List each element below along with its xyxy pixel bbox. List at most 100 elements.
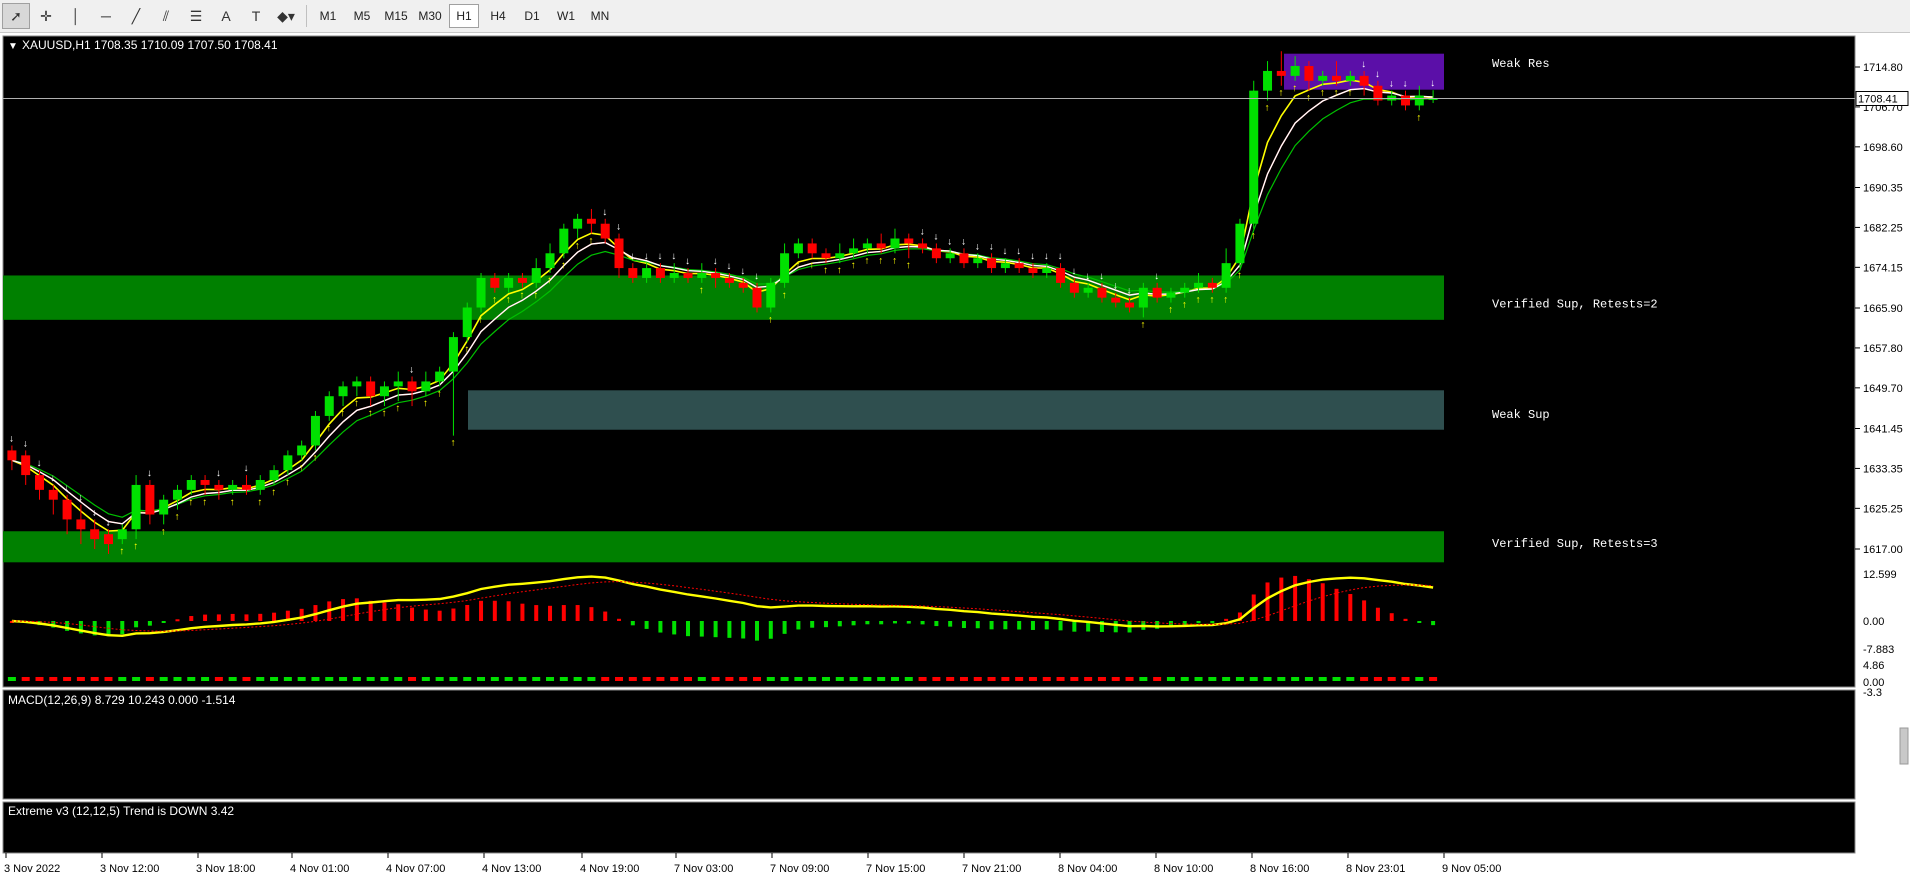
macd-histogram-bar — [1431, 621, 1436, 626]
sell-arrow-icon: ↓ — [105, 517, 110, 528]
timeframe-m15[interactable]: M15 — [381, 4, 411, 28]
buy-arrow-icon: ↑ — [823, 265, 828, 276]
macd-histogram-bar — [396, 604, 401, 621]
sell-arrow-icon: ↓ — [933, 231, 938, 242]
extreme-trend-dash — [1097, 677, 1106, 681]
candle-body — [573, 218, 583, 229]
macd-histogram-bar — [299, 608, 304, 621]
toolbar-divider — [306, 5, 307, 27]
extreme-trend-dash — [1180, 677, 1189, 681]
macd-histogram-bar — [258, 613, 263, 621]
extreme-axis-label: -3.3 — [1863, 687, 1882, 699]
macd-histogram-bar — [1417, 621, 1422, 623]
candle-body — [103, 534, 113, 545]
macd-histogram-bar — [1182, 621, 1187, 626]
extreme-trend-dash — [173, 677, 182, 681]
crosshair-icon[interactable]: ✛ — [32, 3, 60, 29]
timeframe-m30[interactable]: M30 — [415, 4, 445, 28]
extreme-trend-dash — [1360, 677, 1369, 681]
cursor-arrow-icon[interactable]: ➚ — [2, 3, 30, 29]
price-pane[interactable] — [2, 35, 1856, 688]
fibonacci-retracement-icon[interactable]: ☰ — [182, 3, 210, 29]
candle-body — [945, 253, 955, 259]
candle-body — [807, 243, 817, 254]
macd-histogram-bar — [1030, 621, 1035, 630]
macd-pane[interactable] — [2, 689, 1856, 800]
candle-body — [476, 277, 486, 308]
macd-histogram-bar — [189, 616, 194, 621]
buy-arrow-icon: ↑ — [1334, 88, 1339, 99]
candle-body — [973, 258, 983, 264]
extreme-trend-dash — [1070, 677, 1079, 681]
candle-body — [448, 337, 458, 372]
extreme-pane[interactable] — [2, 801, 1856, 854]
timeframe-m5[interactable]: M5 — [347, 4, 377, 28]
current-price-label: 1708.41 — [1858, 93, 1898, 105]
trendline-icon[interactable]: ╱ — [122, 3, 150, 29]
macd-histogram-bar — [230, 613, 235, 621]
candle-body — [421, 381, 431, 392]
timeframe-d1[interactable]: D1 — [517, 4, 547, 28]
text-label-icon[interactable]: T — [242, 3, 270, 29]
chart-window[interactable]: ↓ ↓ ↓ ↓ ↓ ↓ ↓ ↓ ↑ ↑ ↓ ↑ ↑ ↑ ↑ ↓ ↑ ↓ ↑ ↑ ↑ ↑ ↑ ↑ ↑ ↑ ↑ ↑ ↑ ↓ ↑ ↑ ↑ ↑ ↑ ↑ ↑ ↑ ↑ ↑… — [0, 33, 1910, 877]
sell-arrow-icon: ↓ — [644, 251, 649, 262]
price-axis-label: 1665.90 — [1863, 303, 1903, 315]
buy-arrow-icon: ↑ — [188, 497, 193, 508]
extreme-trend-dash — [477, 677, 486, 681]
timeframe-m1[interactable]: M1 — [313, 4, 343, 28]
buy-arrow-icon: ↑ — [174, 512, 179, 523]
buy-arrow-icon: ↑ — [230, 497, 235, 508]
shapes-dropdown-icon[interactable]: ◆▾ — [272, 3, 300, 29]
buy-arrow-icon: ↑ — [1251, 231, 1256, 242]
timeframe-w1[interactable]: W1 — [551, 4, 581, 28]
candle-body — [366, 381, 376, 397]
candle-body — [338, 386, 348, 397]
extreme-trend-dash — [145, 677, 154, 681]
buy-arrow-icon: ↑ — [257, 497, 262, 508]
zone-label: Weak Sup — [1492, 408, 1550, 422]
extreme-trend-dash — [835, 677, 844, 681]
buy-arrow-icon: ↑ — [437, 388, 442, 399]
macd-histogram-bar — [1320, 583, 1325, 621]
candle-body — [1359, 75, 1369, 86]
buy-arrow-icon: ↑ — [506, 295, 511, 306]
buy-arrow-icon: ↑ — [271, 487, 276, 498]
indicator-scrollbar[interactable] — [1899, 727, 1909, 765]
macd-histogram-bar — [920, 621, 925, 625]
extreme-trend-dash — [670, 677, 679, 681]
buy-arrow-icon: ↑ — [1168, 305, 1173, 316]
candle-body — [62, 499, 72, 520]
collapse-icon[interactable]: ▼ — [8, 41, 18, 52]
extreme-trend-dash — [821, 677, 830, 681]
candle-body — [1125, 302, 1135, 308]
equidistant-channel-icon[interactable]: ⫽ — [152, 3, 180, 29]
extreme-trend-dash — [76, 677, 85, 681]
time-axis-label: 3 Nov 12:00 — [100, 863, 159, 875]
candle-body — [407, 381, 417, 392]
macd-histogram-bar — [410, 607, 415, 621]
sell-arrow-icon: ↓ — [602, 207, 607, 218]
candle-body — [1138, 287, 1148, 308]
candle-body — [1207, 282, 1217, 288]
text-icon[interactable]: A — [212, 3, 240, 29]
sell-arrow-icon: ↓ — [1058, 251, 1063, 262]
timeframe-h1[interactable]: H1 — [449, 4, 479, 28]
extreme-trend-dash — [1346, 677, 1355, 681]
time-axis-label: 3 Nov 2022 — [4, 863, 60, 875]
buy-arrow-icon: ↑ — [533, 290, 538, 301]
candle-body — [1345, 75, 1355, 81]
timeframe-mn[interactable]: MN — [585, 4, 615, 28]
sell-arrow-icon: ↓ — [1016, 246, 1021, 257]
macd-header: MACD(12,26,9) 8.729 10.243 0.000 -1.514 — [8, 693, 236, 707]
horizontal-line-icon[interactable]: ─ — [92, 3, 120, 29]
verified-support-zone-lower[interactable] — [3, 531, 1444, 563]
sell-arrow-icon: ↓ — [1430, 78, 1435, 89]
macd-histogram-bar — [1279, 577, 1284, 621]
weak-support-zone[interactable] — [468, 390, 1444, 430]
extreme-trend-dash — [256, 677, 265, 681]
candle-body — [849, 248, 859, 254]
macd-histogram-bar — [437, 610, 442, 621]
buy-arrow-icon: ↑ — [561, 260, 566, 271]
vertical-line-icon[interactable]: │ — [62, 3, 90, 29]
timeframe-h4[interactable]: H4 — [483, 4, 513, 28]
